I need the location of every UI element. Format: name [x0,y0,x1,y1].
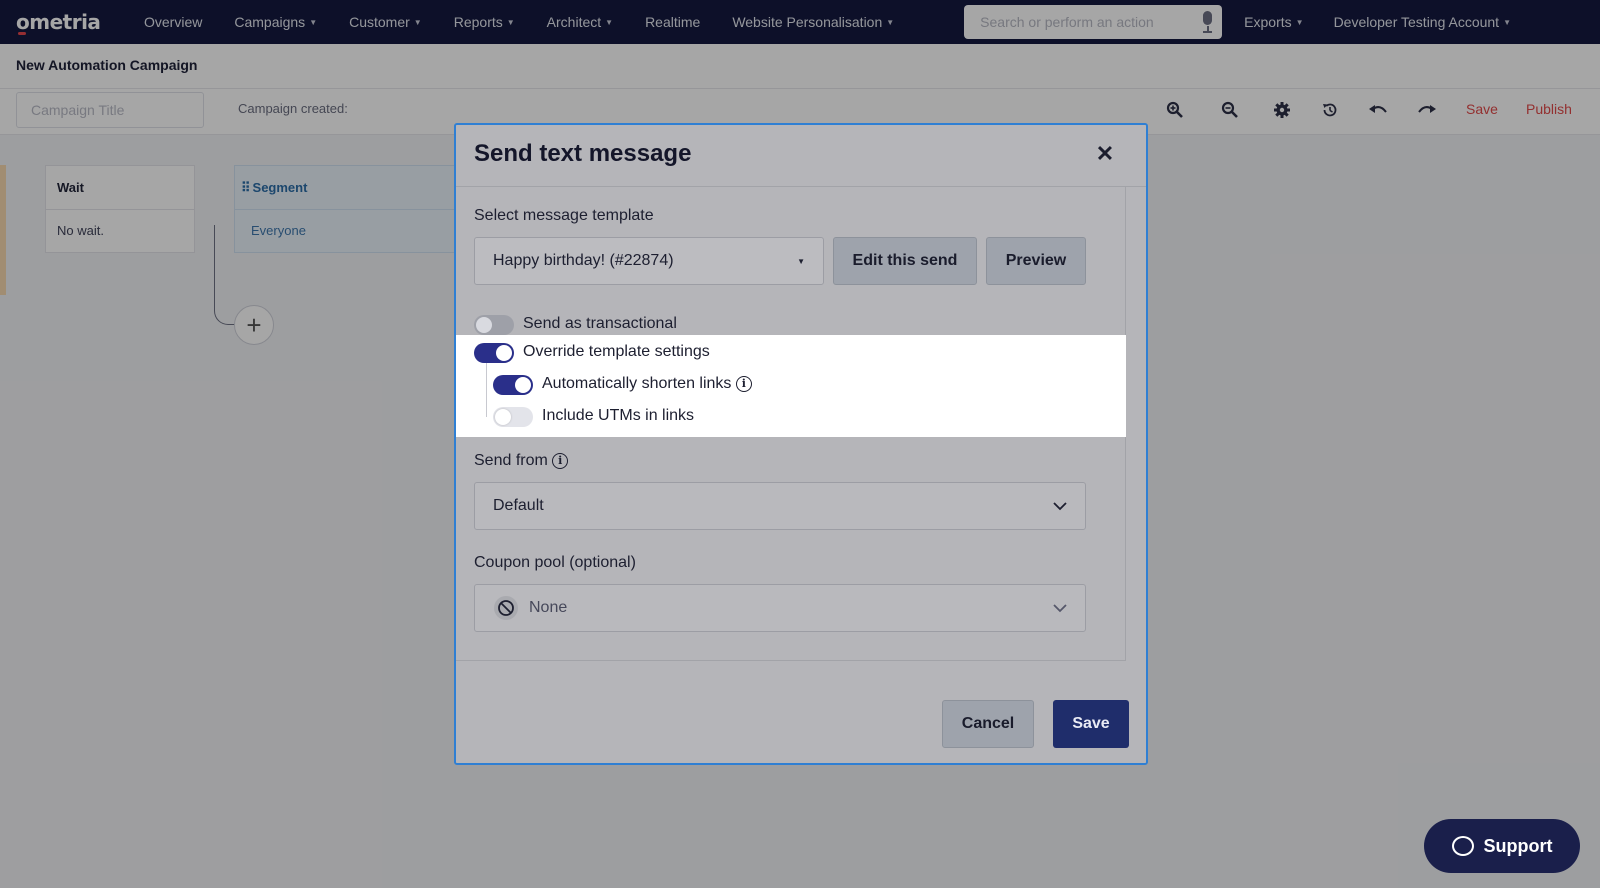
template-label: Select message template [474,207,654,224]
send-from-select[interactable]: Default [474,482,1086,530]
info-icon[interactable]: i [552,452,569,469]
coupon-pool-value: None [529,599,568,616]
toggle-knob [495,409,511,425]
shorten-links-toggle[interactable] [493,375,533,395]
chevron-down-icon [1053,501,1067,510]
coupon-pool-select[interactable]: None [474,584,1086,632]
transactional-toggle[interactable] [474,315,514,335]
chat-bubble-icon [1451,836,1474,856]
edit-this-send-button[interactable]: Edit this send [833,237,977,285]
include-utms-toggle[interactable] [493,407,533,427]
transactional-label: Send as transactional [523,315,677,332]
tree-connector [486,363,487,417]
send-from-value: Default [493,497,544,514]
info-icon[interactable]: i [735,375,752,392]
save-button[interactable]: Save [1053,700,1129,748]
support-label: Support [1483,835,1553,856]
no-entry-icon [494,596,518,620]
template-select[interactable]: Happy birthday! (#22874) ▼ [474,237,824,285]
caret-down-icon: ▼ [797,256,805,266]
shorten-links-row: Automatically shorten links i [542,375,752,393]
override-settings-section: Override template settings Automatically… [456,335,1126,437]
shorten-links-label: Automatically shorten links [542,375,732,392]
toggle-knob [476,317,492,333]
send-from-label: Send from [474,452,548,469]
close-icon[interactable]: ✕ [1092,141,1118,167]
override-template-toggle[interactable] [474,343,514,363]
coupon-pool-label: Coupon pool (optional) [474,554,636,571]
toggle-knob [496,345,512,361]
chevron-down-icon [1053,603,1067,612]
template-select-value: Happy birthday! (#22874) [493,252,674,269]
toggle-knob [515,377,531,393]
modal-title: Send text message [474,140,692,167]
support-button[interactable]: Support [1424,819,1580,873]
send-text-message-modal: Send text message ✕ Select message templ… [454,123,1148,765]
preview-button[interactable]: Preview [986,237,1086,285]
cancel-button[interactable]: Cancel [942,700,1034,748]
send-from-row: Send from i [474,452,569,470]
override-template-label: Override template settings [523,343,710,360]
include-utms-label: Include UTMs in links [542,407,695,424]
modal-header: Send text message ✕ [456,125,1146,187]
